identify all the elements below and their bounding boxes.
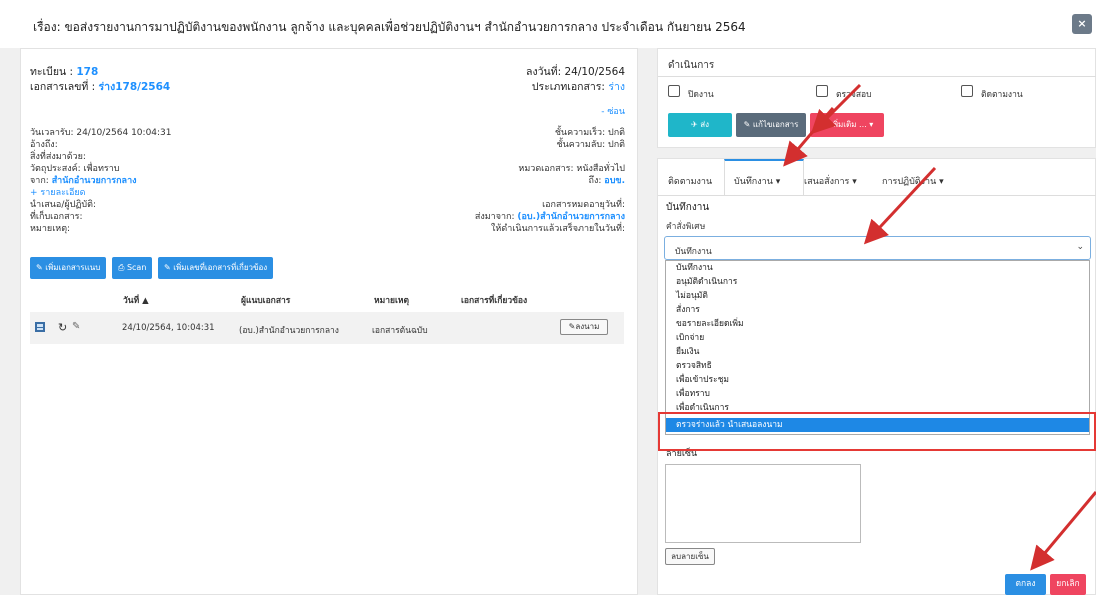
- col-attacher-header: ผู้แนบเอกสาร: [241, 296, 291, 306]
- row-note: เอกสารต้นฉบับ: [372, 326, 428, 336]
- paperclip-icon[interactable]: ✎: [72, 321, 80, 332]
- chevron-down-icon: ⌄: [1076, 242, 1084, 252]
- dropdown-option[interactable]: ยืมเงิน: [666, 345, 1089, 359]
- cancel-button[interactable]: ยกเลิก: [1050, 574, 1086, 595]
- scan-button[interactable]: ⎙ Scan: [112, 257, 153, 279]
- follow-label: ติดตามงาน: [981, 90, 1023, 100]
- edit-document-button[interactable]: ✎ แก้ไขเอกสาร: [736, 113, 806, 137]
- to-label: ถึง:: [588, 176, 602, 186]
- verify-label: ตรวจสอบ: [836, 90, 872, 100]
- close-button[interactable]: ×: [1072, 14, 1092, 34]
- row-date: 24/10/2564, 10:04:31: [122, 323, 215, 333]
- ok-button[interactable]: ตกลง: [1005, 574, 1046, 595]
- close-job-checkbox[interactable]: [668, 85, 680, 97]
- doc-type-label: ประเภทเอกสาร:: [531, 81, 605, 93]
- clear-signature-button[interactable]: ลบลายเซ็น: [665, 548, 715, 565]
- dropdown-option[interactable]: เพื่อทราบ: [666, 387, 1089, 401]
- hide-link[interactable]: - ซ่อน: [601, 104, 625, 118]
- dropdown-option[interactable]: ไม่อนุมัติ: [666, 289, 1089, 303]
- dropdown-option[interactable]: เบิกจ่าย: [666, 331, 1089, 345]
- docno-label: เอกสารเลขที่ :: [30, 81, 96, 93]
- divider: [658, 76, 1096, 77]
- file-icon[interactable]: [34, 321, 46, 336]
- due-date: ให้ดำเนินการแล้วเสร็จภายในวันที่:: [491, 224, 625, 234]
- dropdown-option[interactable]: สั่งการ: [666, 303, 1089, 317]
- note: หมายเหตุ:: [30, 224, 71, 234]
- dropdown-option[interactable]: บันทึกงาน: [666, 261, 1089, 275]
- document-modal: เรื่อง: ขอส่งรายงานการมาปฏิบัติงานของพนั…: [0, 0, 1096, 595]
- tab-propose[interactable]: เสนอสั่งการ ▾: [804, 174, 857, 188]
- add-attachment-button[interactable]: ✎ เพิ่มเอกสารแนบ: [30, 257, 107, 279]
- row-attacher: (อบ.)สำนักอำนวยการกลาง: [239, 326, 339, 336]
- tab-memo[interactable]: บันทึกงาน ▾: [734, 174, 780, 188]
- more-actions-button[interactable]: + เพิ่มเติม ... ▾: [810, 113, 884, 137]
- select-value: บันทึกงาน: [675, 247, 712, 257]
- registry-number[interactable]: 178: [76, 66, 98, 78]
- tabs-divider: [658, 195, 1096, 196]
- to-row: ถึง: อบข.: [589, 173, 625, 187]
- table-row: ↻ ✎ 24/10/2564, 10:04:31 (อบ.)สำนักอำนวย…: [30, 312, 624, 344]
- dropdown-option[interactable]: อนุมัติดำเนินการ: [666, 275, 1089, 289]
- special-order-label: คำสั่งพิเศษ: [666, 222, 706, 232]
- modal-header: เรื่อง: ขอส่งรายงานการมาปฏิบัติงานของพนั…: [0, 0, 1096, 48]
- col-related-header: เอกสารที่เกี่ยวข้อง: [461, 296, 528, 306]
- doc-type-value: ร่าง: [608, 81, 625, 93]
- send-button[interactable]: ✈ ส่ง: [668, 113, 732, 137]
- dropdown-option[interactable]: เพื่อเข้าประชุม: [666, 373, 1089, 387]
- doc-type-row: ประเภทเอกสาร: ร่าง: [532, 78, 625, 95]
- history-icon[interactable]: ↻: [58, 321, 67, 334]
- verify-checkbox[interactable]: [816, 85, 828, 97]
- registry-label: ทะเบียน :: [30, 66, 74, 78]
- dropdown-option[interactable]: ขอรายละเอียดเพิ่ม: [666, 317, 1089, 331]
- modal-title: เรื่อง: ขอส่งรายงานการมาปฏิบัติงานของพนั…: [33, 20, 746, 34]
- actions-panel: ดำเนินการ ปิดงาน ตรวจสอบ ติดตามงาน ✈ ส่ง…: [657, 48, 1096, 148]
- close-job-label: ปิดงาน: [688, 90, 714, 100]
- actions-title: ดำเนินการ: [668, 60, 715, 71]
- col-date-header[interactable]: วันที่ ▲: [123, 293, 149, 307]
- docno-row: เอกสารเลขที่ : ร่าง178/2564: [30, 78, 170, 95]
- memo-title: บันทึกงาน: [666, 202, 710, 213]
- add-related-doc-button[interactable]: ✎ เพิ่มเลขที่เอกสารที่เกี่ยวข้อง: [158, 257, 274, 279]
- docno-link[interactable]: ร่าง178/2564: [99, 81, 171, 93]
- follow-checkbox[interactable]: [961, 85, 973, 97]
- sign-button[interactable]: ✎ลงนาม: [560, 319, 608, 335]
- special-order-dropdown: บันทึกงาน อนุมัติดำเนินการ ไม่อนุมัติ สั…: [665, 260, 1090, 435]
- col-note-header: หมายเหตุ: [374, 296, 409, 306]
- to-value[interactable]: อบข.: [604, 176, 625, 186]
- secret-level: ชั้นความลับ: ปกติ: [556, 140, 625, 150]
- highlight-box: [658, 412, 1096, 451]
- tab-operation[interactable]: การปฏิบัติงาน ▾: [882, 174, 944, 188]
- dropdown-option[interactable]: ตรวจสิทธิ: [666, 359, 1089, 373]
- tab-follow[interactable]: ติดตามงาน: [668, 174, 712, 188]
- signature-pad[interactable]: [665, 464, 861, 543]
- special-order-select[interactable]: บันทึกงาน ⌄: [664, 236, 1091, 260]
